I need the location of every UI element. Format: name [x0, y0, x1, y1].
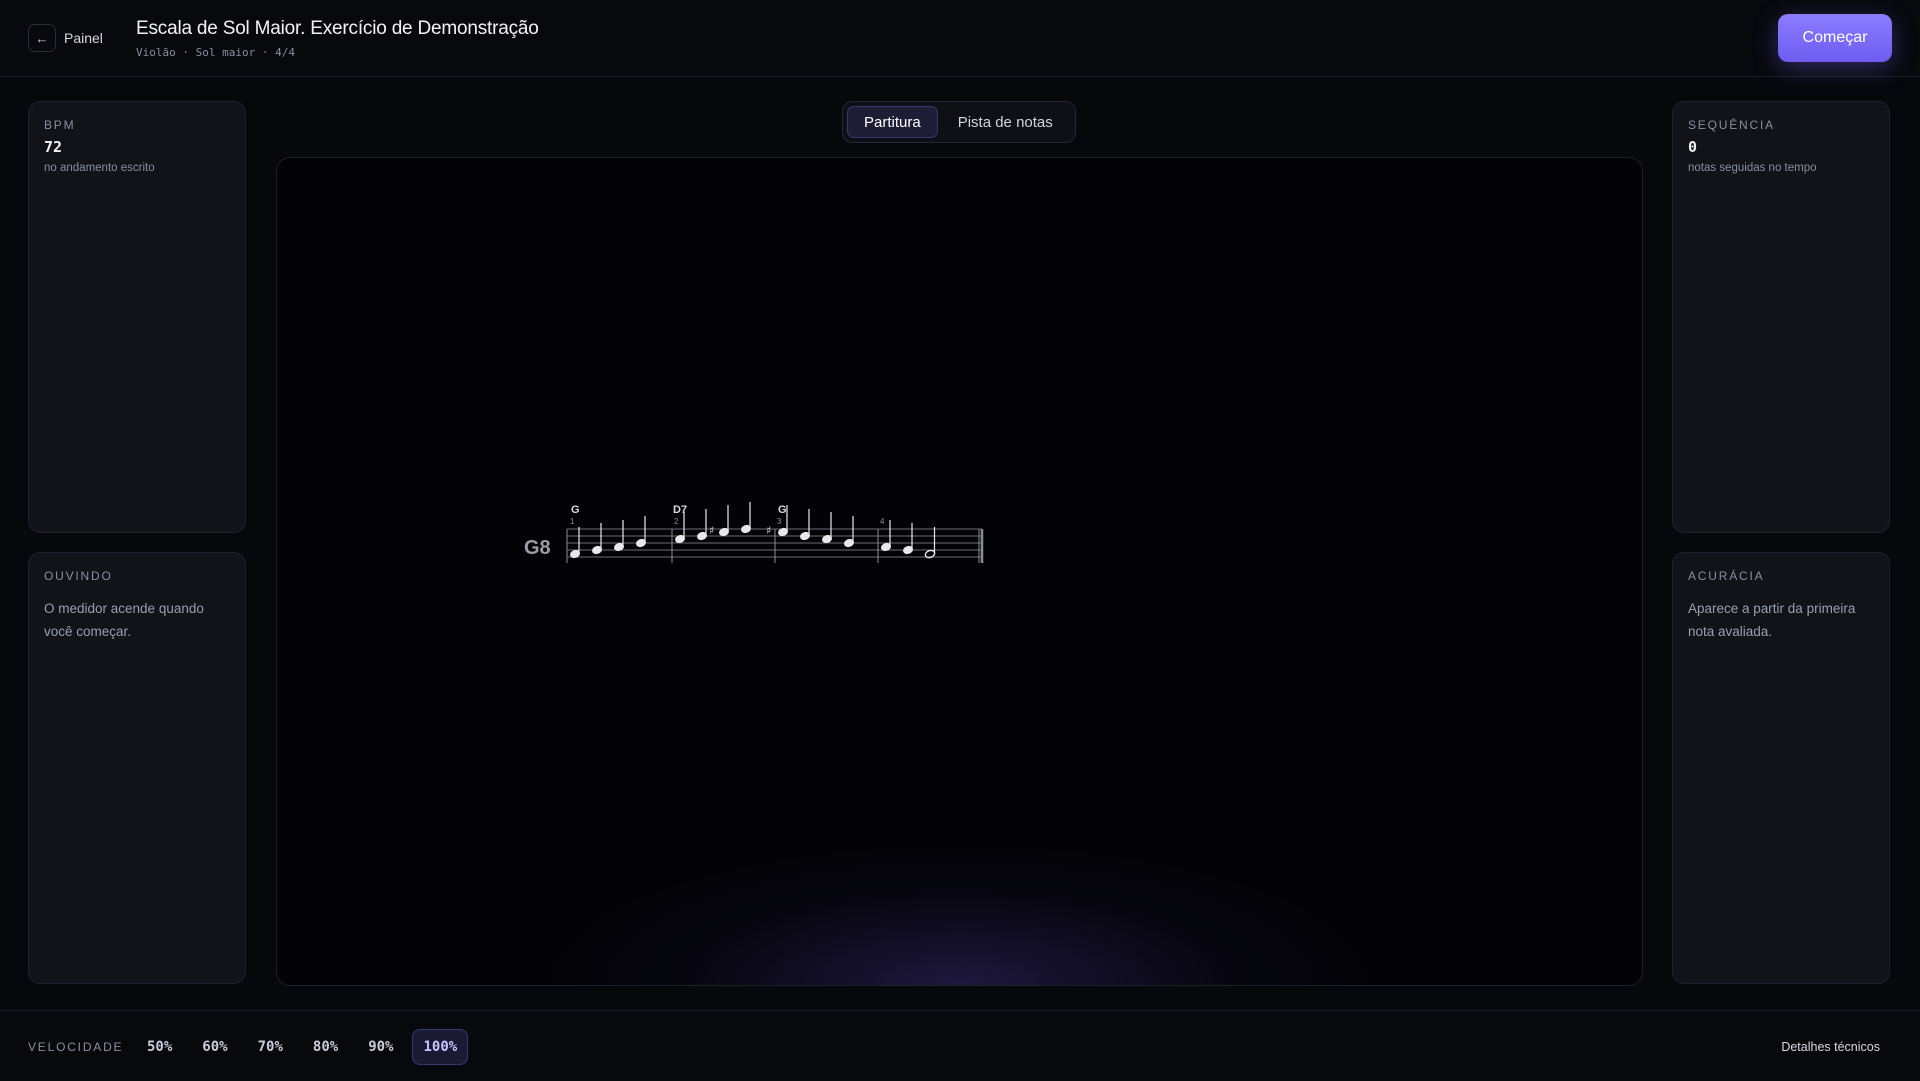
speed-option-50[interactable]: 50% [136, 1029, 183, 1065]
note [822, 512, 832, 544]
speed-option-80[interactable]: 80% [302, 1029, 349, 1065]
page-title: Escala de Sol Maior. Exercício de Demons… [136, 18, 539, 39]
chord-symbol: G [571, 504, 580, 516]
technical-details-link[interactable]: Detalhes técnicos [1781, 1040, 1880, 1054]
note [697, 509, 707, 541]
clef-symbol: G8 [524, 537, 551, 559]
back-to-dashboard-button[interactable]: ← Painel [28, 24, 103, 52]
note [800, 509, 810, 541]
listening-panel: OUVINDO O medidor acende quando você com… [28, 552, 246, 984]
measure-number: 4 [880, 517, 885, 526]
top-bar: ← Painel Escala de Sol Maior. Exercício … [0, 0, 1920, 77]
sharp-accidental: ♯ [766, 524, 771, 537]
sharp-accidental: ♯ [709, 524, 714, 537]
speed-option-100[interactable]: 100% [412, 1029, 469, 1065]
bpm-caption: no andamento escrito [44, 162, 155, 174]
accuracy-text: Aparece a partir da primeira nota avalia… [1688, 601, 1856, 639]
streak-caption: notas seguidas no tempo [1688, 162, 1817, 174]
note [903, 523, 913, 555]
note [592, 523, 602, 555]
note [844, 516, 854, 548]
streak-value: 0 [1688, 138, 1698, 156]
measure-number: 1 [570, 517, 575, 526]
listening-text: O medidor acende quando você começar. [44, 601, 204, 639]
listening-label: OUVINDO [44, 569, 113, 583]
page-subtitle: Violão · Sol maior · 4/4 [136, 46, 295, 59]
note [636, 516, 646, 548]
chord-symbol: D7 [673, 504, 687, 516]
start-button[interactable]: Começar [1778, 14, 1892, 62]
sheet-music: G8 G D7 G 1 2 3 4 ♯ ♯ [524, 502, 984, 563]
view-tabs: Partitura Pista de notas [842, 101, 1076, 143]
bottom-bar: VELOCIDADE 50% 60% 70% 80% 90% 100% Deta… [0, 1010, 1920, 1081]
score-stage: G8 G D7 G 1 2 3 4 ♯ ♯ [276, 157, 1643, 986]
arrow-left-icon: ← [28, 24, 56, 52]
bpm-label: BPM [44, 118, 76, 132]
measure-number: 2 [674, 517, 679, 526]
streak-panel: SEQUÊNCIA 0 notas seguidas no tempo [1672, 101, 1890, 533]
speed-options: 50% 60% 70% 80% 90% 100% [136, 1029, 469, 1065]
tab-note-highway[interactable]: Pista de notas [942, 106, 1069, 138]
bpm-value: 72 [44, 138, 63, 156]
note [719, 505, 729, 537]
bpm-panel: BPM 72 no andamento escrito [28, 101, 246, 533]
back-label: Painel [64, 30, 103, 46]
accuracy-panel: ACURÁCIA Aparece a partir da primeira no… [1672, 552, 1890, 984]
tab-score[interactable]: Partitura [847, 106, 938, 138]
note [741, 502, 751, 534]
speed-label: VELOCIDADE [28, 1040, 124, 1054]
accuracy-label: ACURÁCIA [1688, 569, 1765, 583]
speed-option-70[interactable]: 70% [247, 1029, 294, 1065]
streak-label: SEQUÊNCIA [1688, 118, 1775, 132]
measure-number: 3 [777, 517, 782, 526]
speed-option-90[interactable]: 90% [357, 1029, 404, 1065]
speed-option-60[interactable]: 60% [191, 1029, 238, 1065]
chord-symbol: G [778, 504, 787, 516]
